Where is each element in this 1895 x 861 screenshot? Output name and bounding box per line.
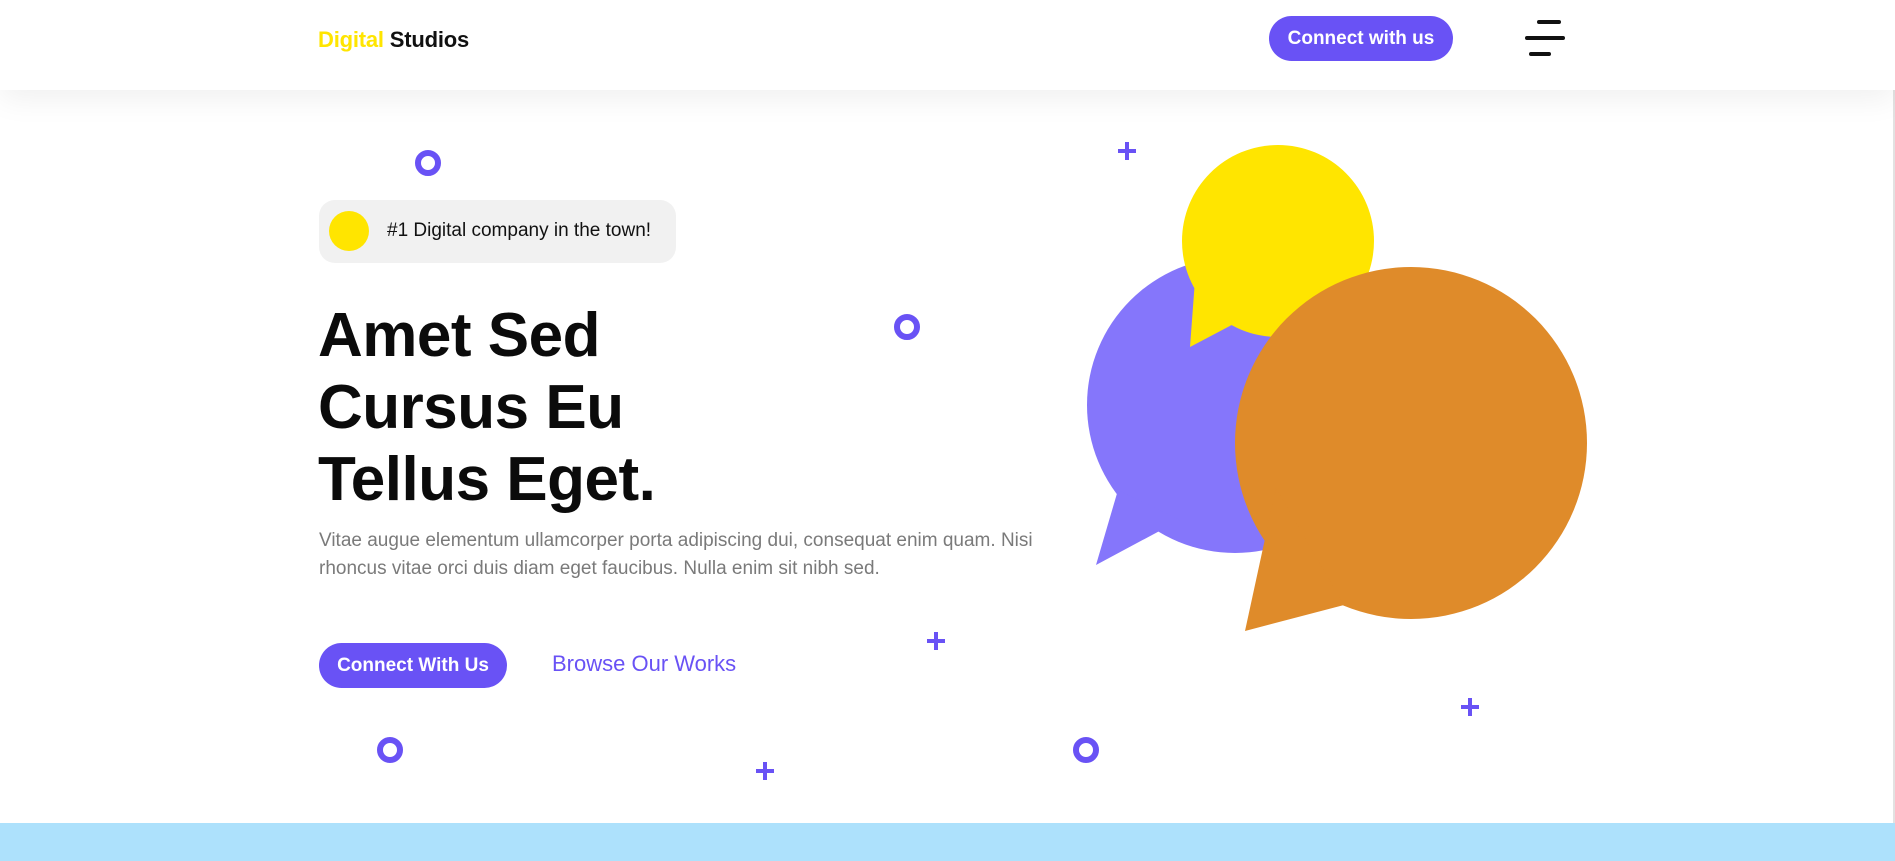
hero-title: Amet Sed Cursus Eu Tellus Eget. xyxy=(318,300,656,516)
browse-works-link[interactable]: Browse Our Works xyxy=(552,651,736,677)
logo-main-text: Studios xyxy=(383,27,470,52)
hero-title-line: Cursus Eu xyxy=(318,373,624,442)
plus-decoration-icon xyxy=(1461,698,1479,716)
hero-connect-button[interactable]: Connect With Us xyxy=(319,643,507,688)
header-connect-button[interactable]: Connect with us xyxy=(1269,16,1453,61)
plus-decoration-icon xyxy=(756,762,774,780)
orange-bubble-icon xyxy=(1235,267,1587,631)
plus-decoration-icon xyxy=(927,632,945,650)
hero-badge: #1 Digital company in the town! xyxy=(319,200,676,263)
ring-decoration-icon xyxy=(894,314,920,340)
site-header: Digital Studios Connect with us xyxy=(0,0,1895,90)
next-section-band xyxy=(0,823,1895,861)
ring-decoration-icon xyxy=(1073,737,1099,763)
hero-description: Vitae augue elementum ullamcorper porta … xyxy=(319,530,1033,579)
ring-decoration-icon xyxy=(415,150,441,176)
hero-title-line: Tellus Eget. xyxy=(318,445,656,514)
hero-section xyxy=(0,90,1893,823)
hero-title-line: Amet Sed xyxy=(318,301,600,370)
hamburger-menu-icon[interactable] xyxy=(1525,20,1565,56)
chat-bubbles-illustration xyxy=(1087,145,1587,631)
badge-dot-icon xyxy=(329,211,369,251)
badge-text: #1 Digital company in the town! xyxy=(387,220,652,241)
logo-accent-text: Digital xyxy=(318,27,384,52)
site-logo[interactable]: Digital Studios xyxy=(318,27,469,53)
ring-decoration-icon xyxy=(377,737,403,763)
